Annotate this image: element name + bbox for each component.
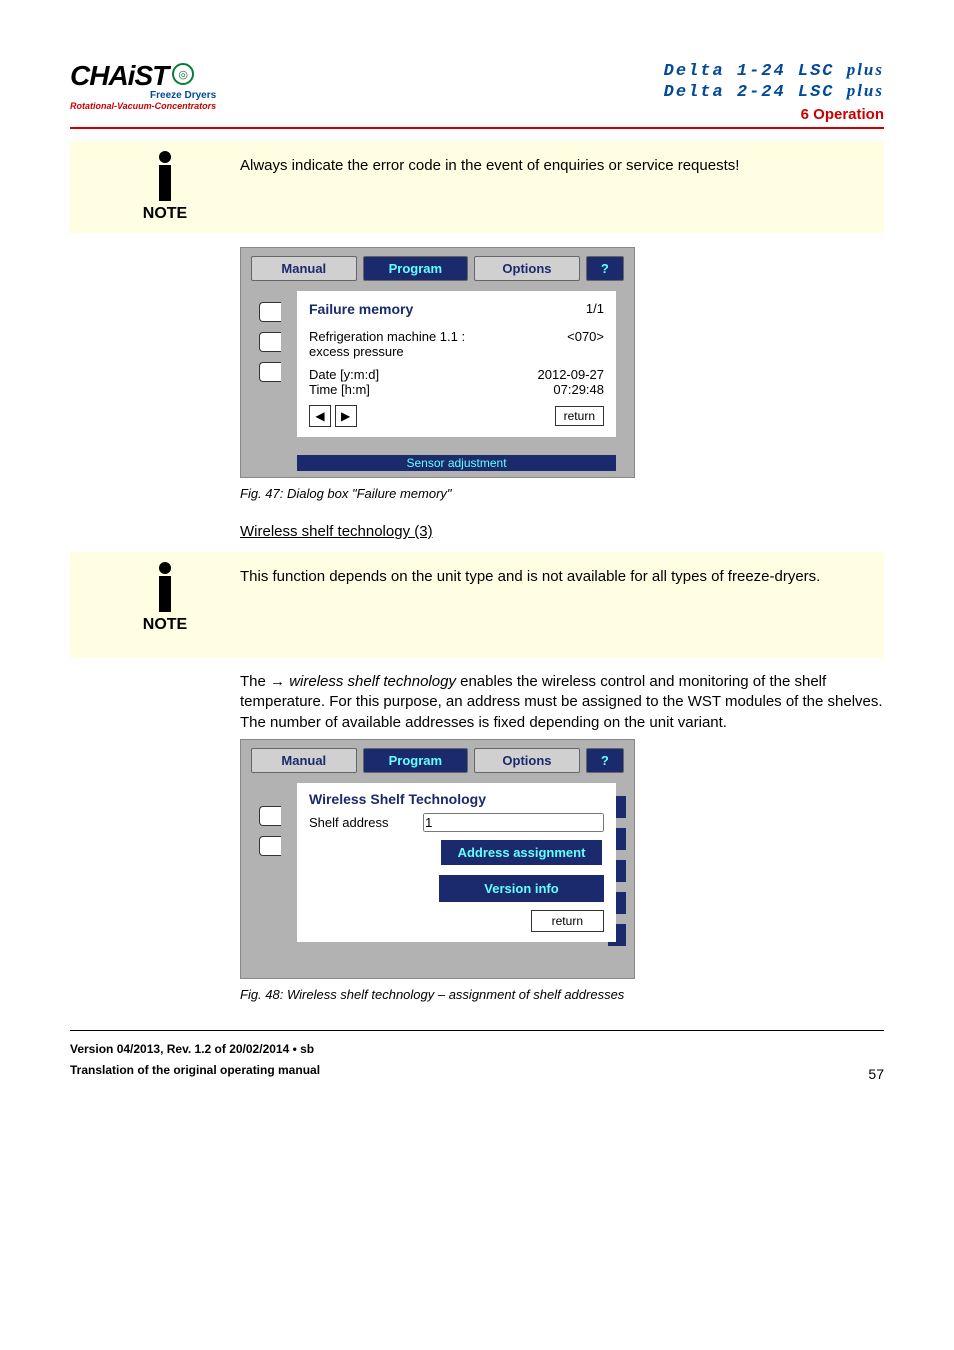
- tab-options[interactable]: Options: [474, 256, 580, 281]
- tab-help[interactable]: ?: [586, 748, 624, 773]
- page-header: CHAiST ◎ Freeze Dryers Rotational-Vacuum…: [70, 60, 884, 129]
- info-icon-bar: [159, 576, 171, 612]
- panel-title: Wireless Shelf Technology: [309, 791, 604, 807]
- note-text-1: Always indicate the error code in the ev…: [240, 151, 739, 176]
- logo-block: CHAiST ◎ Freeze Dryers Rotational-Vacuum…: [70, 60, 216, 111]
- para-term: wireless shelf technology: [289, 673, 456, 690]
- prev-arrow-button[interactable]: ◀: [309, 405, 331, 427]
- footer-version: Version 04/2013, Rev. 1.2 of 20/02/2014 …: [70, 1039, 320, 1061]
- logo-text: CHAiST: [70, 60, 168, 92]
- page-footer: Version 04/2013, Rev. 1.2 of 20/02/2014 …: [70, 1030, 884, 1082]
- panel-page: 1/1: [586, 301, 604, 323]
- note-text-2: This function depends on the unit type a…: [240, 562, 820, 587]
- failure-entry-code: <070>: [567, 329, 604, 359]
- shelf-address-input[interactable]: [423, 813, 604, 832]
- tab-program[interactable]: Program: [363, 748, 469, 773]
- tab-manual[interactable]: Manual: [251, 256, 357, 281]
- wst-panel: Wireless Shelf Technology Shelf address …: [297, 783, 616, 942]
- wst-paragraph: The → wireless shelf technology enables …: [240, 672, 884, 733]
- figure-48-caption: Fig. 48: Wireless shelf technology – ass…: [240, 987, 884, 1002]
- tab-help[interactable]: ?: [586, 256, 624, 281]
- return-button[interactable]: return: [555, 406, 604, 426]
- tab-manual[interactable]: Manual: [251, 748, 357, 773]
- note-block-1: NOTE Always indicate the error code in t…: [70, 141, 884, 233]
- note-label: NOTE: [143, 616, 187, 634]
- return-button[interactable]: return: [531, 910, 604, 932]
- failure-memory-panel: Failure memory 1/1 Refrigeration machine…: [297, 291, 616, 437]
- figure-47-caption: Fig. 47: Dialog box "Failure memory": [240, 486, 884, 501]
- note-block-2: NOTE This function depends on the unit t…: [70, 552, 884, 658]
- side-tabs-left: [259, 806, 281, 856]
- version-info-button[interactable]: Version info: [439, 875, 604, 902]
- para-prefix: The →: [240, 673, 289, 690]
- info-icon: [159, 562, 171, 574]
- info-icon-bar: [159, 165, 171, 201]
- section-heading: 6 Operation: [664, 106, 884, 123]
- failure-entry-label: Refrigeration machine 1.1 : excess press…: [309, 329, 465, 359]
- date-label: Date [y:m:d]: [309, 367, 379, 382]
- panel-title: Failure memory: [309, 301, 413, 317]
- title-line2: Delta 2-24 LSC: [664, 83, 847, 102]
- next-arrow-button[interactable]: ▶: [335, 405, 357, 427]
- page-number: 57: [868, 1066, 884, 1082]
- tab-program[interactable]: Program: [363, 256, 469, 281]
- time-label: Time [h:m]: [309, 382, 370, 397]
- logo-sub2: Rotational-Vacuum-Concentrators: [70, 101, 216, 111]
- info-icon: [159, 151, 171, 163]
- sensor-adjustment-strip[interactable]: Sensor adjustment: [297, 455, 616, 471]
- date-value: 2012-09-27: [538, 367, 605, 382]
- title-line1: Delta 1-24 LSC: [664, 62, 847, 81]
- footer-translation: Translation of the original operating ma…: [70, 1060, 320, 1082]
- time-value: 07:29:48: [553, 382, 604, 397]
- title-line1-plus: plus: [847, 60, 884, 79]
- failure-memory-dialog: Manual Program Options ? Failure memory …: [240, 247, 635, 478]
- tab-bar: Manual Program Options ?: [241, 248, 634, 281]
- wst-heading: Wireless shelf technology (3): [240, 523, 884, 540]
- side-tabs-left: [259, 302, 281, 382]
- logo-swirl-icon: ◎: [172, 63, 194, 85]
- tab-options[interactable]: Options: [474, 748, 580, 773]
- shelf-address-label: Shelf address: [309, 815, 389, 830]
- title-line2-plus: plus: [847, 81, 884, 100]
- wst-dialog: Manual Program Options ? Wireless Shelf …: [240, 739, 635, 979]
- logo-sub1: Freeze Dryers: [70, 90, 216, 101]
- note-label: NOTE: [143, 205, 187, 223]
- address-assignment-button[interactable]: Address assignment: [439, 838, 604, 867]
- title-block: Delta 1-24 LSC plus Delta 2-24 LSC plus …: [664, 60, 884, 123]
